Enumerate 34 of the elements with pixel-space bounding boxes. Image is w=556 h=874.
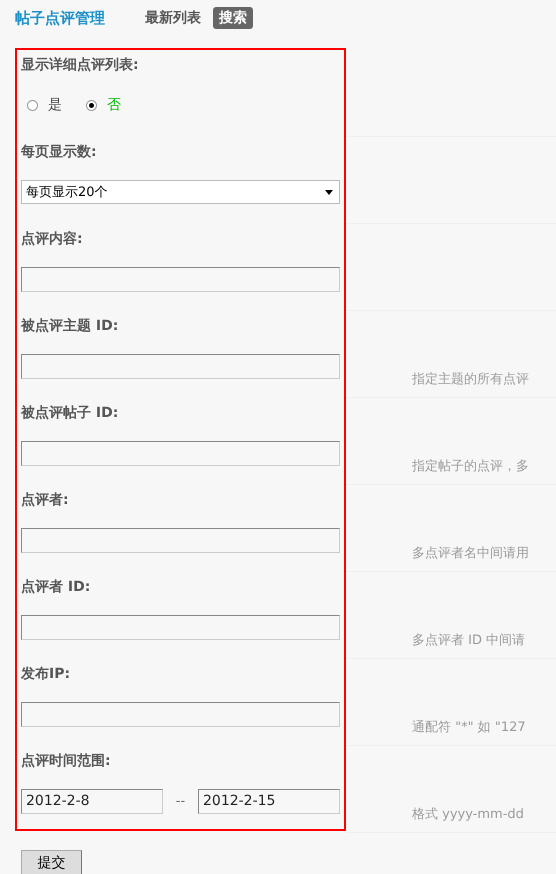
radio-label: 是 — [48, 96, 62, 114]
field-label: 显示详细点评列表: — [21, 56, 140, 74]
field-hint: 多点评者名中间请用 — [412, 546, 529, 561]
date-field[interactable]: 2012-2-15 — [198, 788, 340, 814]
input-field[interactable] — [21, 440, 340, 466]
input-field[interactable] — [21, 528, 340, 552]
field-label: 被点评主题 ID: — [21, 317, 120, 335]
field-label: 点评者: — [21, 491, 70, 509]
input-field[interactable] — [21, 702, 340, 726]
date-field[interactable]: 2012-2-8 — [21, 788, 163, 814]
field-hint: 指定主题的所有点评 — [412, 372, 529, 387]
tab[interactable]: 搜索 — [213, 7, 253, 29]
caret-icon — [325, 190, 333, 194]
radio-button[interactable] — [86, 100, 97, 110]
input-field[interactable] — [21, 614, 340, 640]
field-label: 点评者 ID: — [21, 578, 92, 596]
page-size-dropdown[interactable]: 每页显示20个 — [21, 180, 340, 204]
field-hint: 格式 yyyy-mm-dd — [412, 807, 524, 822]
field-label: 每页显示数: — [21, 143, 98, 161]
radio-button[interactable] — [27, 100, 38, 110]
tab[interactable]: 最新列表 — [139, 7, 207, 29]
field-hint: 指定帖子的点评，多 — [412, 459, 529, 474]
input-field[interactable] — [21, 266, 340, 292]
field-label: 被点评帖子 ID: — [21, 404, 120, 422]
submit-button[interactable]: 提交 — [21, 850, 82, 874]
page-title: 帖子点评管理 — [15, 8, 105, 28]
radio-label: 否 — [107, 96, 121, 114]
field-hint: 通配符 "*" 如 "127 — [412, 720, 526, 735]
field-label: 发布IP: — [21, 665, 72, 683]
field-hint: 多点评者 ID 中间请 — [412, 633, 526, 648]
field-label: 点评内容: — [21, 230, 84, 248]
range-separator: -- — [174, 794, 186, 808]
field-label: 点评时间范围: — [21, 752, 112, 770]
input-field[interactable] — [21, 354, 340, 378]
